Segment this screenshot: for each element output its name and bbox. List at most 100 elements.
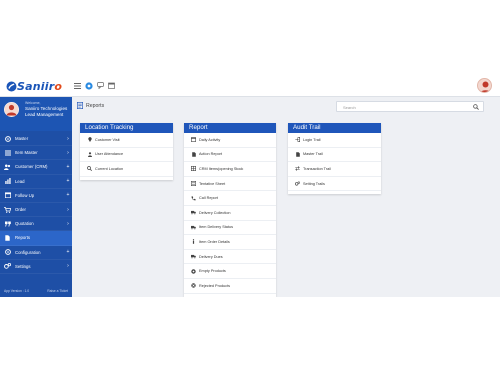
chevron-right-icon: › bbox=[67, 220, 69, 227]
app-window: Saniiro Welcome, Saniiro Technologies Le… bbox=[0, 75, 500, 297]
search-icon[interactable] bbox=[473, 104, 479, 110]
report-link-user-attendance[interactable]: User Attendance bbox=[80, 148, 173, 163]
raise-ticket-link[interactable]: Raise a Ticket bbox=[47, 289, 68, 293]
report-link-rejected-products[interactable]: Rejected Products bbox=[184, 279, 276, 294]
link-label: Setting Trails bbox=[303, 181, 325, 186]
file-icon bbox=[4, 234, 11, 241]
chevron-right-icon: › bbox=[67, 263, 69, 270]
sidebar-footer: App Version : 1.0 Raise a Ticket bbox=[0, 289, 72, 293]
link-label: Delivery Dues bbox=[199, 254, 223, 259]
expand-icon: + bbox=[66, 192, 70, 199]
link-label: Transaction Trail bbox=[303, 166, 331, 171]
sidebar-item-follow-up[interactable]: Follow Up + bbox=[0, 189, 72, 203]
expand-icon: + bbox=[66, 178, 70, 185]
brand-logo[interactable]: Saniiro bbox=[6, 79, 62, 93]
file-icon bbox=[191, 152, 196, 157]
report-link-empty-products[interactable]: Empty Products bbox=[184, 264, 276, 279]
report-link-login-trail[interactable]: Login Trail bbox=[288, 133, 381, 148]
report-link-item-delivery-status[interactable]: Item Delivery Status bbox=[184, 221, 276, 236]
report-link-action-report[interactable]: Action Report bbox=[184, 148, 276, 163]
sidebar-item-label: Follow Up bbox=[15, 192, 35, 198]
link-label: Login Trail bbox=[303, 137, 321, 142]
user-avatar[interactable] bbox=[477, 78, 492, 93]
profile-avatar bbox=[4, 102, 19, 117]
chevron-right-icon: › bbox=[67, 135, 69, 142]
welcome-text: Welcome, bbox=[25, 101, 41, 105]
audit-trail-card: Audit Trail Login Trail Master Trail Tra… bbox=[288, 123, 381, 194]
cart-icon bbox=[4, 206, 11, 213]
report-card: Report Daily Activity Action Report CRM … bbox=[184, 123, 276, 297]
sheet-icon bbox=[191, 181, 196, 187]
chevron-right-icon: › bbox=[67, 149, 69, 156]
reports-icon bbox=[77, 102, 83, 109]
cogs-icon bbox=[4, 263, 11, 270]
sidebar-item-reports[interactable]: Reports bbox=[0, 231, 72, 246]
report-link-current-location[interactable]: Current Location bbox=[80, 162, 173, 177]
location-tracking-card: Location Tracking Customer Visit User At… bbox=[80, 123, 173, 180]
report-link-transaction-trail[interactable]: Transaction Trail bbox=[288, 162, 381, 177]
avatar-icon bbox=[480, 81, 491, 92]
sidebar-item-master[interactable]: Master › bbox=[0, 132, 72, 147]
truck-icon bbox=[191, 254, 196, 259]
report-link-delivery-collection[interactable]: Delivery Collection bbox=[184, 206, 276, 221]
profile-panel: Welcome, Saniiro Technologies Lead Manag… bbox=[0, 97, 72, 131]
sidebar-item-quotation[interactable]: Quotation › bbox=[0, 217, 72, 232]
quote-icon bbox=[4, 220, 11, 227]
top-bar: Saniiro bbox=[0, 75, 500, 97]
link-label: Current Location bbox=[95, 166, 124, 171]
card-title: Location Tracking bbox=[80, 123, 173, 133]
report-link-item-order-details[interactable]: Item Order Details bbox=[184, 235, 276, 250]
sidebar-item-lead[interactable]: Lead + bbox=[0, 175, 72, 189]
report-link-tentative-sheet[interactable]: Tentative Sheet bbox=[184, 177, 276, 192]
calendar-icon[interactable] bbox=[106, 80, 117, 91]
expand-icon: + bbox=[66, 163, 70, 170]
report-link-call-report[interactable]: Call Report bbox=[184, 191, 276, 206]
sidebar-item-label: Lead bbox=[15, 178, 25, 184]
search-icon bbox=[87, 166, 92, 172]
hamburger-icon[interactable] bbox=[72, 80, 83, 91]
card-title: Report bbox=[184, 123, 276, 133]
report-link-customer-visit[interactable]: Customer Visit bbox=[80, 133, 173, 148]
report-link-delivery-dues[interactable]: Delivery Dues bbox=[184, 250, 276, 265]
truck-icon bbox=[191, 210, 196, 215]
report-link-daily-activity[interactable]: Daily Activity bbox=[184, 133, 276, 148]
link-label: Item Order Details bbox=[199, 239, 230, 244]
report-link-setting-trails[interactable]: Setting Trails bbox=[288, 177, 381, 192]
sidebar-menu: Master › Item Master › Customer (CRM) + … bbox=[0, 132, 72, 274]
marker-icon bbox=[87, 137, 92, 143]
link-label: Rejected Products bbox=[199, 283, 231, 288]
sidebar: Welcome, Saniiro Technologies Lead Manag… bbox=[0, 97, 72, 297]
search-input[interactable]: Search bbox=[343, 105, 356, 110]
link-label: Item Delivery Status bbox=[199, 225, 233, 230]
chat-icon[interactable] bbox=[83, 80, 94, 91]
sidebar-item-settings[interactable]: Settings › bbox=[0, 260, 72, 274]
users-icon bbox=[4, 163, 11, 170]
sidebar-item-configuration[interactable]: Configuration + bbox=[0, 246, 72, 260]
sidebar-item-label: Customer (CRM) bbox=[15, 164, 48, 170]
brand-name: Saniiro bbox=[17, 79, 63, 93]
user-icon bbox=[87, 152, 92, 157]
sidebar-item-order[interactable]: Order › bbox=[0, 203, 72, 218]
page-title: Reports bbox=[86, 102, 105, 109]
comments-icon[interactable] bbox=[95, 80, 106, 91]
phone-icon bbox=[191, 196, 196, 201]
file-icon bbox=[295, 152, 300, 157]
cogs-icon bbox=[295, 181, 300, 186]
sidebar-item-label: Item Master bbox=[15, 150, 38, 156]
sidebar-item-item-master[interactable]: Item Master › bbox=[0, 146, 72, 161]
logo-icon bbox=[6, 81, 17, 91]
sidebar-item-customer-crm[interactable]: Customer (CRM) + bbox=[0, 160, 72, 175]
sidebar-item-label: Reports bbox=[15, 235, 31, 241]
report-link-crm-items-opening-stock[interactable]: CRM Items(opening Stock bbox=[184, 162, 276, 177]
report-link-master-trail[interactable]: Master Trail bbox=[288, 148, 381, 163]
sidebar-item-label: Quotation bbox=[15, 221, 34, 227]
link-label: Empty Products bbox=[199, 269, 226, 274]
calendar-icon bbox=[4, 192, 11, 199]
organization-name: Saniiro Technologies Lead Management bbox=[25, 106, 68, 117]
link-label: Call Report bbox=[199, 196, 218, 201]
search-box[interactable]: Search bbox=[336, 101, 484, 112]
exchange-icon bbox=[295, 166, 300, 172]
calendar-icon bbox=[191, 137, 196, 143]
link-label: Action Report bbox=[199, 152, 223, 157]
login-icon bbox=[295, 137, 300, 143]
